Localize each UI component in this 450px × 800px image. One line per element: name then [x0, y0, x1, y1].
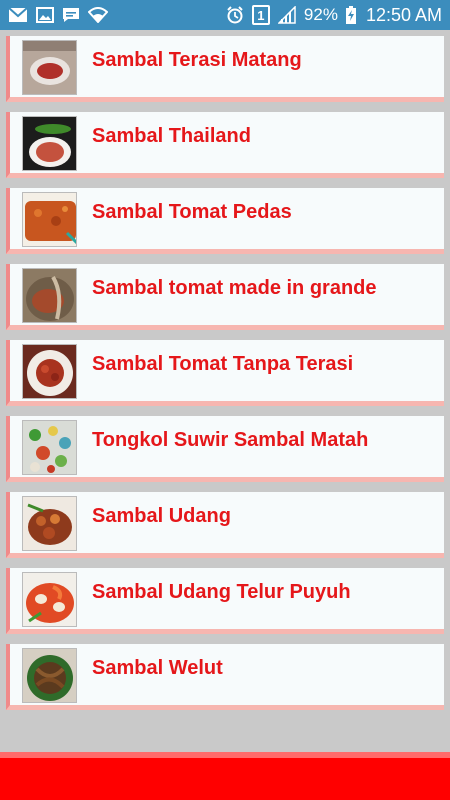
- recipe-title: Sambal Tomat Tanpa Terasi: [92, 353, 354, 375]
- sambal-udang-thumbnail: [22, 496, 77, 551]
- list-item[interactable]: Sambal Welut: [6, 644, 444, 710]
- footer-strip: [0, 752, 450, 758]
- list-item[interactable]: Sambal Terasi Matang: [6, 36, 444, 102]
- list-item[interactable]: Tongkol Suwir Sambal Matah: [6, 416, 444, 482]
- list-item[interactable]: Sambal Udang: [6, 492, 444, 558]
- sambal-thailand-thumbnail: [22, 116, 77, 171]
- sim-label: 1: [257, 7, 265, 23]
- notification-icons: [8, 7, 108, 23]
- list-item[interactable]: Sambal Udang Telur Puyuh: [6, 568, 444, 634]
- sim-1-icon: 1: [251, 5, 270, 25]
- recipe-title: Sambal Welut: [92, 657, 223, 679]
- clock: 12:50 AM: [365, 4, 442, 25]
- recipe-title: Sambal Tomat Pedas: [92, 201, 292, 223]
- sambal-tomat-made-in-grande-thumbnail: [22, 268, 77, 323]
- chat-icon: [62, 7, 80, 23]
- sambal-welut-thumbnail: [22, 648, 77, 703]
- list-item[interactable]: Sambal Thailand: [6, 112, 444, 178]
- sambal-udang-telur-puyuh-thumbnail: [22, 572, 77, 627]
- sambal-tomat-pedas-thumbnail: [22, 192, 77, 247]
- status-bar: 1 92% 12:50 AM: [0, 0, 450, 30]
- list-item[interactable]: Sambal Tomat Pedas: [6, 188, 444, 254]
- recipe-list[interactable]: Sambal Terasi Matang Sambal Thailand Sam…: [0, 30, 450, 722]
- gmail-icon: [8, 7, 28, 23]
- wifi-icon: [88, 7, 108, 23]
- list-item[interactable]: Sambal tomat made in grande: [6, 264, 444, 330]
- battery-charging-icon: [345, 6, 356, 24]
- recipe-title: Sambal tomat made in grande: [92, 277, 377, 299]
- sambal-tomat-tanpa-terasi-thumbnail: [22, 344, 77, 399]
- list-item[interactable]: Sambal Tomat Tanpa Terasi: [6, 340, 444, 406]
- alarm-icon: [226, 6, 244, 24]
- footer-banner: [0, 752, 450, 800]
- system-status: 1 92% 12:50 AM: [226, 5, 442, 26]
- battery-percent: 92%: [303, 5, 338, 24]
- gallery-icon: [36, 7, 54, 23]
- recipe-title: Sambal Udang Telur Puyuh: [92, 581, 351, 603]
- recipe-title: Sambal Udang: [92, 505, 231, 527]
- recipe-title: Sambal Terasi Matang: [92, 49, 302, 71]
- recipe-title: Tongkol Suwir Sambal Matah: [92, 429, 369, 451]
- list-background: [0, 722, 450, 752]
- recipe-title: Sambal Thailand: [92, 125, 251, 147]
- signal-icon: [277, 6, 296, 24]
- tongkol-suwir-sambal-matah-thumbnail: [22, 420, 77, 475]
- sambal-terasi-matang-thumbnail: [22, 40, 77, 95]
